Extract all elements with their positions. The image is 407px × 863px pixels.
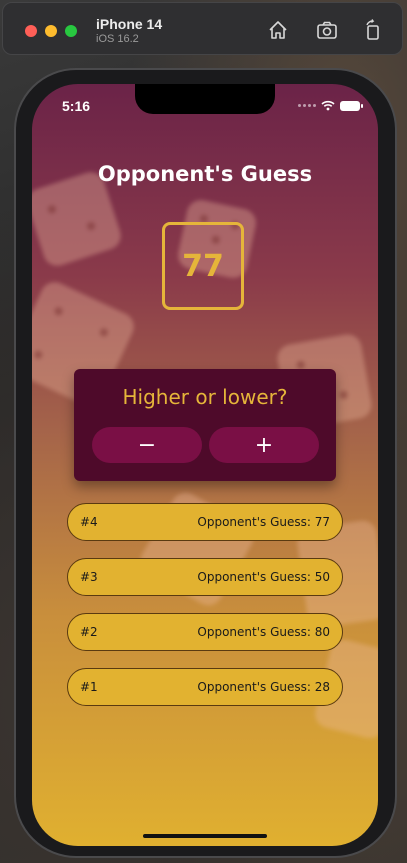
zoom-window-button[interactable] (65, 25, 77, 37)
app-screen: 5:16 Opponent's Guess 77 Higher or lower… (32, 84, 378, 846)
higher-lower-card: Higher or lower? − + (74, 369, 336, 481)
screenshot-icon[interactable] (316, 19, 338, 41)
home-icon[interactable] (267, 19, 289, 41)
signal-icon (298, 104, 316, 107)
wifi-icon (321, 100, 335, 111)
round-number: #1 (80, 680, 98, 694)
list-item: #4 Opponent's Guess: 77 (67, 503, 343, 541)
status-icons (298, 100, 363, 111)
camera-notch (135, 84, 275, 114)
higher-lower-prompt: Higher or lower? (122, 385, 288, 409)
simulator-title-bar: iPhone 14 iOS 16.2 (2, 2, 403, 55)
lower-button[interactable]: − (92, 427, 202, 463)
round-guess-text: Opponent's Guess: 80 (197, 625, 330, 639)
page-title: Opponent's Guess (97, 162, 313, 186)
round-guess-text: Opponent's Guess: 50 (197, 570, 330, 584)
os-version: iOS 16.2 (96, 33, 139, 45)
list-item: #1 Opponent's Guess: 28 (67, 668, 343, 706)
list-item: #2 Opponent's Guess: 80 (67, 613, 343, 651)
list-item: #3 Opponent's Guess: 50 (67, 558, 343, 596)
round-guess-text: Opponent's Guess: 77 (197, 515, 330, 529)
guess-number: 77 (182, 248, 224, 284)
minimize-window-button[interactable] (45, 25, 57, 37)
round-number: #3 (80, 570, 98, 584)
round-number: #4 (80, 515, 98, 529)
higher-button[interactable]: + (209, 427, 319, 463)
guess-number-box: 77 (162, 222, 244, 310)
home-indicator[interactable] (143, 834, 267, 838)
round-guess-text: Opponent's Guess: 28 (197, 680, 330, 694)
battery-icon (340, 100, 363, 111)
rotate-icon[interactable] (362, 19, 384, 41)
status-time: 5:16 (62, 98, 91, 114)
close-window-button[interactable] (25, 25, 37, 37)
device-name: iPhone 14 (96, 16, 163, 32)
round-number: #2 (80, 625, 98, 639)
